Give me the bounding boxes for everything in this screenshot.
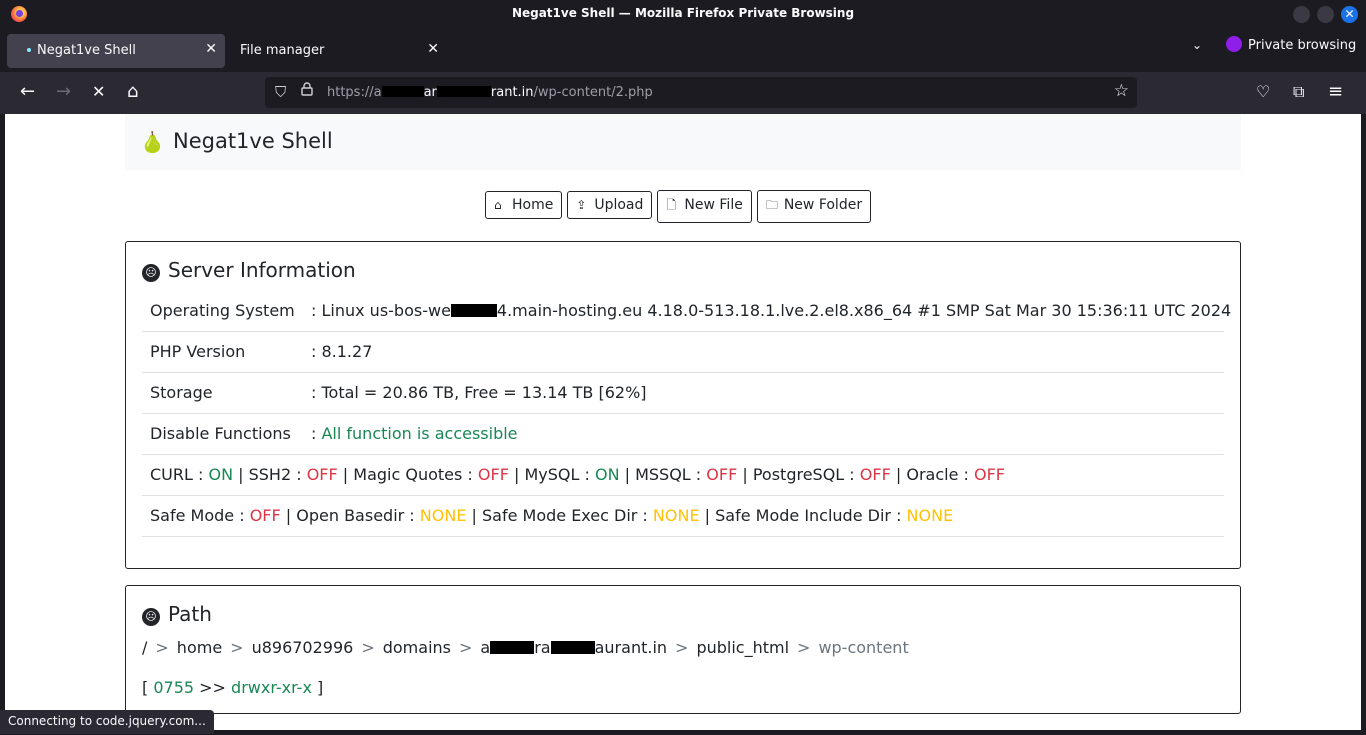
url-bar[interactable]: ⛉ https://a ar rant.in/wp-content/2.php ☆ [265,77,1137,108]
window-title: Negat1ve Shell — Mozilla Firefox Private… [511,6,855,20]
crumb-root[interactable]: / [142,638,147,657]
disable-functions-value: : All function is accessible [311,424,518,443]
tab-label: File manager [240,43,325,58]
extensions-row: CURL : ON | SSH2 : OFF | Magic Quotes : … [142,455,1224,496]
crumb-home[interactable]: home [177,638,222,657]
navigation-toolbar: ← → ✕ ⌂ ⛉ https://a ar rant.in/wp-content/… [0,72,1366,114]
safe-mode-status: Safe Mode : OFF | Open Basedir : NONE | … [150,506,954,525]
private-browsing-label: Private browsing [1248,38,1357,53]
crumb-domain[interactable]: a ra aurant.in [480,638,667,657]
server-information-card: ☹ Server Information Operating System : L… [125,241,1241,569]
crumb-current: wp-content [818,638,909,657]
disable-functions-key: Disable Functions [150,424,291,443]
maximize-button[interactable] [1317,6,1334,23]
tab-file-manager[interactable]: File manager ✕ [225,34,447,68]
pocket-icon[interactable]: ♡ [1256,82,1270,102]
php-row: PHP Version : 8.1.27 [142,332,1224,373]
window-close-button[interactable]: ✕ [1341,6,1358,23]
brand-title[interactable]: Negat1ve Shell [173,129,333,153]
upload-icon: ⇪ [576,198,587,212]
angry-face-icon: ☹ [142,264,160,282]
file-plus-icon: 🗋 [666,198,677,212]
disable-functions-row: Disable Functions : All function is acce… [142,414,1224,455]
private-browsing-indicator: Private browsing [1226,36,1356,53]
minimize-button[interactable] [1293,6,1310,23]
permissions: [ 0755 >> drwxr-xr-x ] [142,678,324,697]
redacted-block [436,86,491,97]
home-button[interactable]: ⌂ Home [485,191,563,219]
navbar-brand-bar: 🍐 Negat1ve Shell [125,114,1241,170]
safe-mode-row: Safe Mode : OFF | Open Basedir : NONE | … [142,496,1224,537]
extensions-status: CURL : ON | SSH2 : OFF | Magic Quotes : … [150,465,1005,484]
angry-face-icon: ☹ [142,608,160,626]
path-title: ☹ Path [142,602,212,626]
action-buttons: ⌂ Home ⇪ Upload 🗋 New File 🗀 New Folder [485,190,876,223]
stop-loading-icon[interactable]: ✕ [92,82,105,102]
redacted-block [450,304,497,317]
new-file-button[interactable]: 🗋 New File [657,190,752,223]
back-arrow-icon[interactable]: ← [20,82,35,102]
app-menu-icon[interactable]: ≡ [1328,82,1343,102]
loading-dot-icon [27,48,31,52]
breadcrumb: / > home > u896702996 > domains > a ra aurant.in > p… [142,638,909,657]
os-value: : Linux us-bos-we 4.main-hosting.eu 4.18.… [311,301,1232,320]
bookmark-star-icon[interactable]: ☆ [1114,81,1129,101]
new-folder-button[interactable]: 🗀 New Folder [756,190,872,223]
tab-strip: Negat1ve Shell ✕ File manager ✕ [0,28,1366,72]
private-mask-icon [1226,36,1242,52]
tab-negat1ve-shell[interactable]: Negat1ve Shell ✕ [7,34,225,68]
crumb-user[interactable]: u896702996 [252,638,354,657]
folder-plus-icon: 🗀 [765,198,778,212]
redacted-block [490,641,535,654]
status-panel: Connecting to code.jquery.com... [0,710,214,734]
redacted-block [381,86,424,97]
upload-button[interactable]: ⇪ Upload [567,191,653,219]
tab-close-icon[interactable]: ✕ [427,41,439,57]
php-key: PHP Version [150,342,246,361]
home-icon[interactable]: ⌂ [127,82,138,102]
tab-close-icon[interactable]: ✕ [205,41,217,57]
storage-key: Storage [150,383,213,402]
storage-row: Storage : Total = 20.86 TB, Free = 13.14… [142,373,1224,414]
crumb-public-html[interactable]: public_html [696,638,789,657]
storage-value: : Total = 20.86 TB, Free = 13.14 TB [62%… [311,383,647,402]
pear-logo-icon: 🍐 [140,130,165,154]
forward-arrow-icon[interactable]: → [56,82,71,102]
server-info-title: ☹ Server Information [142,258,356,282]
redacted-block [550,641,595,654]
lock-icon[interactable] [301,82,313,96]
page-content: 🍐 Negat1ve Shell ⌂ Home ⇪ Upload 🗋 New File 🗀 N… [5,114,1361,730]
tab-label: Negat1ve Shell [37,43,136,58]
php-value: : 8.1.27 [311,342,373,361]
house-icon: ⌂ [494,198,502,212]
os-key: Operating System [150,301,295,320]
crumb-domains[interactable]: domains [383,638,451,657]
window-titlebar: Negat1ve Shell — Mozilla Firefox Private… [0,0,1366,28]
list-all-tabs-icon[interactable]: ⌄ [1192,38,1202,52]
path-card: ☹ Path / > home > u896702996 > domains > a ra auran… [125,585,1241,714]
os-row: Operating System : Linux us-bos-we 4.main… [142,291,1231,332]
tracking-protection-shield-icon[interactable]: ⛉ [275,83,286,101]
url-text[interactable]: https://a ar rant.in/wp-content/2.php [327,85,653,100]
extensions-icon[interactable]: ⧉ [1293,82,1304,102]
